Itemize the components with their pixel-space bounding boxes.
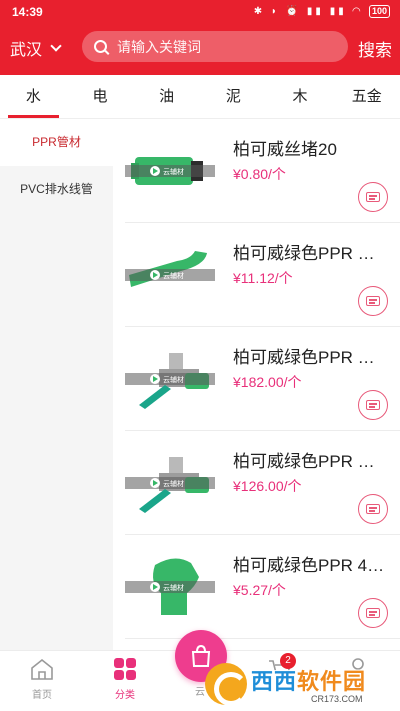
product-card[interactable]: 云辅材 柏可威绿色PPR … ¥126.00/个 <box>125 431 400 535</box>
product-image-valve: 云辅材 <box>125 353 215 409</box>
battery-icon: 100 <box>368 5 390 18</box>
status-time: 14:39 <box>12 5 43 19</box>
nav-category-label: 分类 <box>115 690 135 701</box>
tab-water[interactable]: 水 <box>0 75 67 118</box>
product-name: 柏可威绿色PPR … <box>233 452 375 471</box>
watermark: 西西软件园 CR173.COM <box>205 662 397 706</box>
product-card[interactable]: 云辅材 柏可威绿色PPR … ¥182.00/个 <box>125 327 400 431</box>
product-card[interactable]: 云辅材 柏可威丝堵20 ¥0.80/个 <box>125 119 400 223</box>
tab-hardware[interactable]: 五金 <box>333 75 400 118</box>
list-icon <box>366 608 380 618</box>
category-tabs: 水 电 油 泥 木 五金 <box>0 75 400 119</box>
grid-icon <box>114 658 136 680</box>
nav-home-label: 首页 <box>32 690 52 701</box>
product-price: ¥0.80/个 <box>233 166 286 182</box>
product-image-badge: 云辅材 <box>163 167 184 176</box>
search-input[interactable] <box>117 38 317 55</box>
product-image-badge: 云辅材 <box>163 375 184 384</box>
watermark-text: 西西软件园 CR173.COM <box>251 664 366 704</box>
add-to-cart-button[interactable] <box>358 494 388 524</box>
nav-home[interactable]: 首页 <box>2 651 82 711</box>
status-icons: ✱ ◗ ⏰ ▮▮ ▮▮ ◠ 100 <box>254 5 390 18</box>
watermark-url: CR173.COM <box>311 694 363 704</box>
product-price: ¥182.00/个 <box>233 374 302 390</box>
product-card[interactable]: 云辅材 柏可威绿色PPR 4… ¥5.27/个 <box>125 535 400 639</box>
product-name: 柏可威丝堵20 <box>233 140 337 159</box>
status-bar: 14:39 ✱ ◗ ⏰ ▮▮ ▮▮ ◠ 100 <box>0 0 400 24</box>
search-icon <box>94 40 107 53</box>
product-image-plug: 云辅材 <box>125 157 215 185</box>
watermark-title-b: 软件园 <box>297 669 367 694</box>
nav-category[interactable]: 分类 <box>85 651 165 711</box>
watermark-title: 西西软件园 <box>251 664 366 696</box>
product-image-elbow: 云辅材 <box>125 251 215 287</box>
product-image-45-elbow: 云辅材 <box>125 558 215 615</box>
list-icon <box>366 400 380 410</box>
city-label: 武汉 <box>10 42 43 59</box>
sidebar-item-ppr-pipe[interactable]: PPR管材 <box>0 119 113 166</box>
list-icon <box>366 296 380 306</box>
product-price: ¥5.27/个 <box>233 582 286 598</box>
add-to-cart-button[interactable] <box>358 598 388 628</box>
product-name: 柏可威绿色PPR … <box>233 348 375 367</box>
status-icon-glyphs: ✱ ◗ ⏰ ▮▮ ▮▮ ◠ <box>253 6 364 17</box>
product-image-badge: 云辅材 <box>163 479 184 488</box>
list-icon <box>366 192 380 202</box>
chevron-down-icon <box>50 40 62 52</box>
search-box[interactable] <box>82 31 348 62</box>
product-image-badge: 云辅材 <box>163 583 184 592</box>
tab-wood[interactable]: 木 <box>267 75 334 118</box>
watermark-logo-icon <box>205 663 248 706</box>
search-button[interactable]: 搜索 <box>358 36 392 61</box>
watermark-title-a: 西西 <box>251 669 298 694</box>
tab-masonry[interactable]: 泥 <box>200 75 267 118</box>
product-list: 云辅材 柏可威丝堵20 ¥0.80/个 云辅材 柏可威绿色PPR … ¥11.1… <box>113 119 400 650</box>
subcategory-sidebar: PPR管材 PVC排水线管 <box>0 119 113 650</box>
home-icon <box>31 658 53 680</box>
product-card[interactable]: 云辅材 柏可威绿色PPR … ¥11.12/个 <box>125 223 400 327</box>
tab-electric[interactable]: 电 <box>67 75 134 118</box>
product-name: 柏可威绿色PPR … <box>233 244 375 263</box>
tab-paint[interactable]: 油 <box>133 75 200 118</box>
city-selector[interactable]: 武汉 <box>10 36 62 60</box>
product-image-valve: 云辅材 <box>125 457 215 513</box>
product-name: 柏可威绿色PPR 4… <box>233 556 385 575</box>
add-to-cart-button[interactable] <box>358 182 388 212</box>
product-image-badge: 云辅材 <box>163 271 184 280</box>
list-icon <box>366 504 380 514</box>
sidebar-item-pvc-drain-pipe[interactable]: PVC排水线管 <box>0 166 113 213</box>
product-price: ¥126.00/个 <box>233 478 302 494</box>
product-price: ¥11.12/个 <box>233 270 293 286</box>
add-to-cart-button[interactable] <box>358 286 388 316</box>
add-to-cart-button[interactable] <box>358 390 388 420</box>
top-header: 14:39 ✱ ◗ ⏰ ▮▮ ▮▮ ◠ 100 武汉 搜索 <box>0 0 400 75</box>
